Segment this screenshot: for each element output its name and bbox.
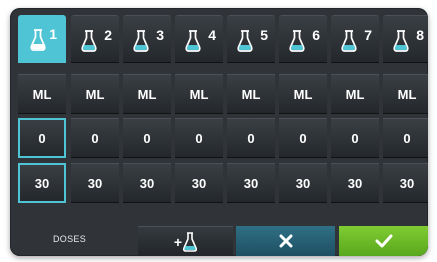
dose-tab[interactable]: 3 [123, 15, 171, 63]
dose-tab[interactable]: 5 [227, 15, 275, 63]
dose-number: 8 [416, 27, 424, 43]
dose-column: 6 ML 0 30 [279, 8, 327, 206]
dose-tab[interactable]: 8 [383, 15, 428, 63]
unit-button[interactable]: ML [71, 74, 119, 114]
time-value-field[interactable]: 30 [71, 163, 119, 203]
time-value-field[interactable]: 30 [175, 163, 223, 203]
dose-tab[interactable]: 1 [18, 15, 66, 63]
plus-label: + [173, 233, 183, 250]
dose-value-field[interactable]: 0 [383, 118, 428, 158]
dose-tab[interactable]: 4 [175, 15, 223, 63]
dose-value-field[interactable]: 0 [175, 118, 223, 158]
doses-panel: 1 ML 0 30 2 ML 0 30 3 ML 0 30 4 ML 0 30 5 ML 0 30 6 ML 0 30 7 ML 0… [10, 8, 428, 256]
unit-button[interactable]: ML [279, 74, 327, 114]
dose-column: 4 ML 0 30 [175, 8, 223, 206]
flask-icon [30, 29, 46, 51]
flask-icon [133, 30, 149, 52]
dose-number: 7 [364, 27, 372, 43]
unit-button[interactable]: ML [175, 74, 223, 114]
unit-button[interactable]: ML [123, 74, 171, 114]
flask-icon [289, 30, 305, 52]
check-icon [375, 234, 392, 248]
time-value-field[interactable]: 30 [383, 163, 428, 203]
dose-value-field[interactable]: 0 [18, 118, 66, 158]
time-value-field[interactable]: 30 [331, 163, 379, 203]
dose-column: 8 ML 0 30 [383, 8, 428, 206]
dose-value-field[interactable]: 0 [123, 118, 171, 158]
dose-value-field[interactable]: 0 [279, 118, 327, 158]
dose-tab[interactable]: 7 [331, 15, 379, 63]
unit-button[interactable]: ML [18, 74, 66, 114]
confirm-button[interactable] [339, 226, 428, 256]
dose-number: 3 [156, 27, 164, 43]
time-value-field[interactable]: 30 [279, 163, 327, 203]
time-value-field[interactable]: 30 [123, 163, 171, 203]
dose-number: 5 [260, 27, 268, 43]
add-dose-button[interactable]: + [138, 226, 233, 256]
dose-number: 2 [104, 27, 112, 43]
flask-icon [185, 30, 201, 52]
dose-tab[interactable]: 6 [279, 15, 327, 63]
cancel-button[interactable] [236, 226, 335, 256]
dose-number: 6 [312, 27, 320, 43]
dose-column: 1 ML 0 30 [18, 8, 66, 206]
flask-icon [393, 30, 409, 52]
flask-icon [183, 231, 198, 252]
dose-column: 7 ML 0 30 [331, 8, 379, 206]
unit-button[interactable]: ML [383, 74, 428, 114]
flask-icon [237, 30, 253, 52]
unit-button[interactable]: ML [227, 74, 275, 114]
flask-icon [81, 30, 97, 52]
dose-value-field[interactable]: 0 [227, 118, 275, 158]
dose-column: 5 ML 0 30 [227, 8, 275, 206]
time-value-field[interactable]: 30 [18, 163, 66, 203]
dose-value-field[interactable]: 0 [71, 118, 119, 158]
doses-label: DOSES [53, 234, 87, 244]
close-icon [279, 234, 292, 248]
unit-button[interactable]: ML [331, 74, 379, 114]
dose-column: 3 ML 0 30 [123, 8, 171, 206]
flask-icon [341, 30, 357, 52]
dose-number: 1 [49, 26, 57, 42]
time-value-field[interactable]: 30 [227, 163, 275, 203]
dose-tab[interactable]: 2 [71, 15, 119, 63]
dose-number: 4 [208, 27, 216, 43]
dose-value-field[interactable]: 0 [331, 118, 379, 158]
dose-column: 2 ML 0 30 [71, 8, 119, 206]
